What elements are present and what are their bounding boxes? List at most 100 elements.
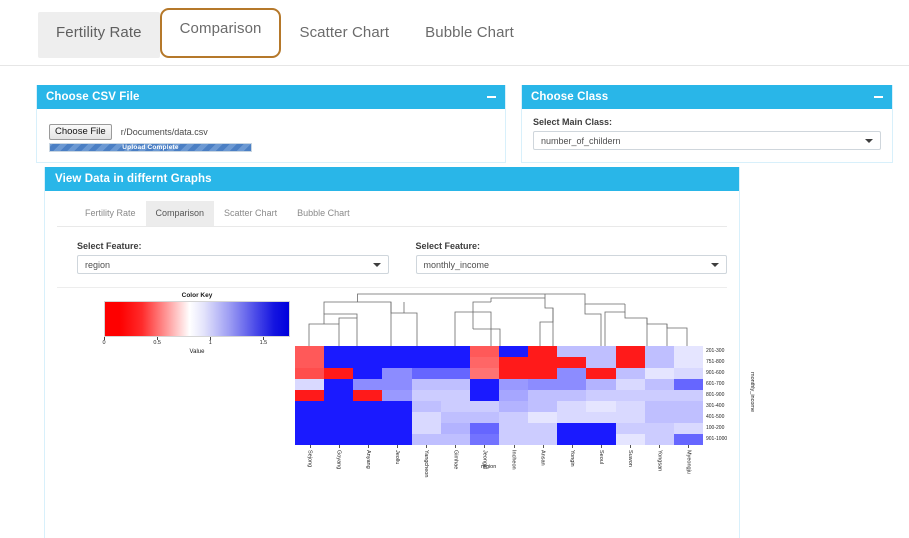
heatmap-cell bbox=[528, 434, 558, 445]
heatmap-cell bbox=[382, 401, 412, 412]
heatmap-cell bbox=[411, 401, 441, 412]
heatmap-cell bbox=[295, 368, 325, 379]
heatmap-cell bbox=[528, 368, 558, 379]
minimize-icon[interactable] bbox=[487, 96, 496, 98]
main-class-value: number_of_childern bbox=[541, 135, 621, 146]
color-key-tick-label: 0.5 bbox=[153, 340, 161, 346]
heatmap-row-label: 751-800 bbox=[706, 359, 725, 365]
heatmap-column-label: Jeongju bbox=[481, 450, 488, 470]
minimize-icon[interactable] bbox=[874, 96, 883, 98]
heatmap-cell bbox=[615, 357, 645, 368]
color-key-tick-label: 1 bbox=[208, 340, 212, 346]
heatmap-cell bbox=[295, 434, 325, 445]
heatmap-cell bbox=[295, 412, 325, 423]
heatmap-cell bbox=[353, 379, 383, 390]
color-key-legend: Color Key 0 0.5 1 1.5 Value bbox=[101, 292, 293, 355]
heatmap-cell bbox=[382, 368, 412, 379]
tab-scatter-chart[interactable]: Scatter Chart bbox=[214, 201, 287, 226]
heatmap-row bbox=[295, 390, 703, 401]
heatmap-x-tick bbox=[367, 445, 369, 448]
heatmap-cell bbox=[469, 368, 499, 379]
heatmap-column-label: Sejong bbox=[306, 450, 313, 468]
heatmap-cell bbox=[411, 434, 441, 445]
heatmap-cell bbox=[644, 357, 674, 368]
heatmap-row bbox=[295, 401, 703, 412]
heatmap-cell bbox=[295, 357, 325, 368]
heatmap-cell bbox=[498, 346, 529, 357]
heatmap-cell bbox=[498, 401, 529, 412]
feature-dropdown-left[interactable]: region bbox=[77, 255, 389, 274]
top-tab-comparison[interactable]: Comparison bbox=[159, 8, 282, 58]
heatmap-cell bbox=[295, 401, 325, 412]
heatmap-cell bbox=[382, 434, 412, 445]
tab-comparison[interactable]: Comparison bbox=[145, 201, 215, 226]
heatmap-cell bbox=[644, 412, 674, 423]
app-root: Fertility Rate Comparison Scatter Chart … bbox=[0, 0, 909, 538]
heatmap-cell bbox=[557, 379, 587, 390]
heatmap-cell bbox=[382, 379, 412, 390]
heatmap-cell bbox=[469, 423, 499, 434]
top-tab-fertility-rate[interactable]: Fertility Rate bbox=[38, 12, 160, 58]
heatmap-cell bbox=[615, 434, 645, 445]
heatmap-cell bbox=[382, 390, 412, 401]
heatmap-cell bbox=[673, 357, 703, 368]
heatmap-cell bbox=[586, 368, 616, 379]
heatmap-plot-area: Color Key 0 0.5 1 1.5 Value 201-300 751-… bbox=[57, 287, 755, 538]
heatmap-row bbox=[295, 423, 703, 434]
heatmap-cell bbox=[440, 390, 470, 401]
heatmap-column-label: Goyang bbox=[335, 450, 342, 470]
heatmap-cell bbox=[615, 423, 645, 434]
choose-file-button[interactable]: Choose File bbox=[49, 124, 112, 140]
heatmap-body-row: 201-300 751-800 901-600 601-700 801-900 301-4… bbox=[295, 346, 755, 445]
csv-panel-title: Choose CSV File bbox=[46, 91, 140, 103]
tab-bubble-chart[interactable]: Bubble Chart bbox=[287, 201, 360, 226]
heatmap-cell bbox=[440, 434, 470, 445]
heatmap-column-label: Incheon bbox=[510, 450, 517, 470]
heatmap-cell bbox=[440, 412, 470, 423]
graph-panel-header: View Data in differnt Graphs bbox=[45, 167, 739, 191]
heatmap-cell bbox=[644, 434, 674, 445]
color-key-title: Color Key bbox=[181, 292, 213, 299]
heatmap-cell bbox=[324, 412, 354, 423]
color-key-axis-label: Value bbox=[189, 349, 205, 355]
graph-panel-title: View Data in differnt Graphs bbox=[55, 173, 212, 185]
feature-selector-left: Select Feature: region bbox=[77, 241, 389, 274]
heatmap-cell bbox=[469, 346, 499, 357]
heatmap-cell bbox=[528, 401, 558, 412]
heatmap-cell bbox=[557, 390, 587, 401]
heatmap-block: 201-300 751-800 901-600 601-700 801-900 301-4… bbox=[295, 288, 755, 494]
feature-selectors: Select Feature: region Select Feature: m… bbox=[57, 227, 727, 274]
heatmap-row-label: 100-200 bbox=[706, 425, 725, 431]
heatmap-row bbox=[295, 379, 703, 390]
top-tab-scatter-chart[interactable]: Scatter Chart bbox=[281, 12, 407, 56]
chevron-down-icon bbox=[372, 262, 381, 267]
heatmap-cell bbox=[528, 379, 558, 390]
heatmap-row bbox=[295, 368, 703, 379]
heatmap-cell bbox=[324, 434, 354, 445]
heatmap-cell bbox=[586, 346, 616, 357]
heatmap-row-label: 601-700 bbox=[706, 381, 725, 387]
heatmap-cell bbox=[673, 368, 703, 379]
view-data-graphs-panel: View Data in differnt Graphs Fertility R… bbox=[44, 167, 755, 538]
feature-dropdown-right[interactable]: monthly_income bbox=[415, 255, 727, 274]
heatmap-cell bbox=[644, 379, 674, 390]
heatmap-cell bbox=[440, 379, 470, 390]
column-dendrogram bbox=[308, 293, 688, 346]
heatmap-cell bbox=[557, 412, 587, 423]
heatmap-cell bbox=[673, 346, 703, 357]
heatmap-row bbox=[295, 346, 703, 357]
heatmap-cell bbox=[353, 357, 383, 368]
heatmap-cell bbox=[586, 379, 616, 390]
heatmap-cell bbox=[324, 357, 354, 368]
heatmap-cell bbox=[353, 346, 383, 357]
tab-fertility-rate[interactable]: Fertility Rate bbox=[75, 201, 146, 226]
choose-csv-file-panel: Choose CSV File Choose File r/Documents/… bbox=[36, 85, 506, 163]
main-class-dropdown[interactable]: number_of_childern bbox=[533, 131, 881, 150]
heatmap-x-ticks bbox=[295, 445, 703, 448]
heatmap-cell bbox=[557, 368, 587, 379]
heatmap-cell bbox=[498, 368, 529, 379]
color-key-gradient bbox=[104, 301, 290, 337]
heatmap-cell bbox=[353, 434, 383, 445]
heatmap-cell bbox=[498, 412, 529, 423]
top-tab-bubble-chart[interactable]: Bubble Chart bbox=[407, 12, 532, 56]
